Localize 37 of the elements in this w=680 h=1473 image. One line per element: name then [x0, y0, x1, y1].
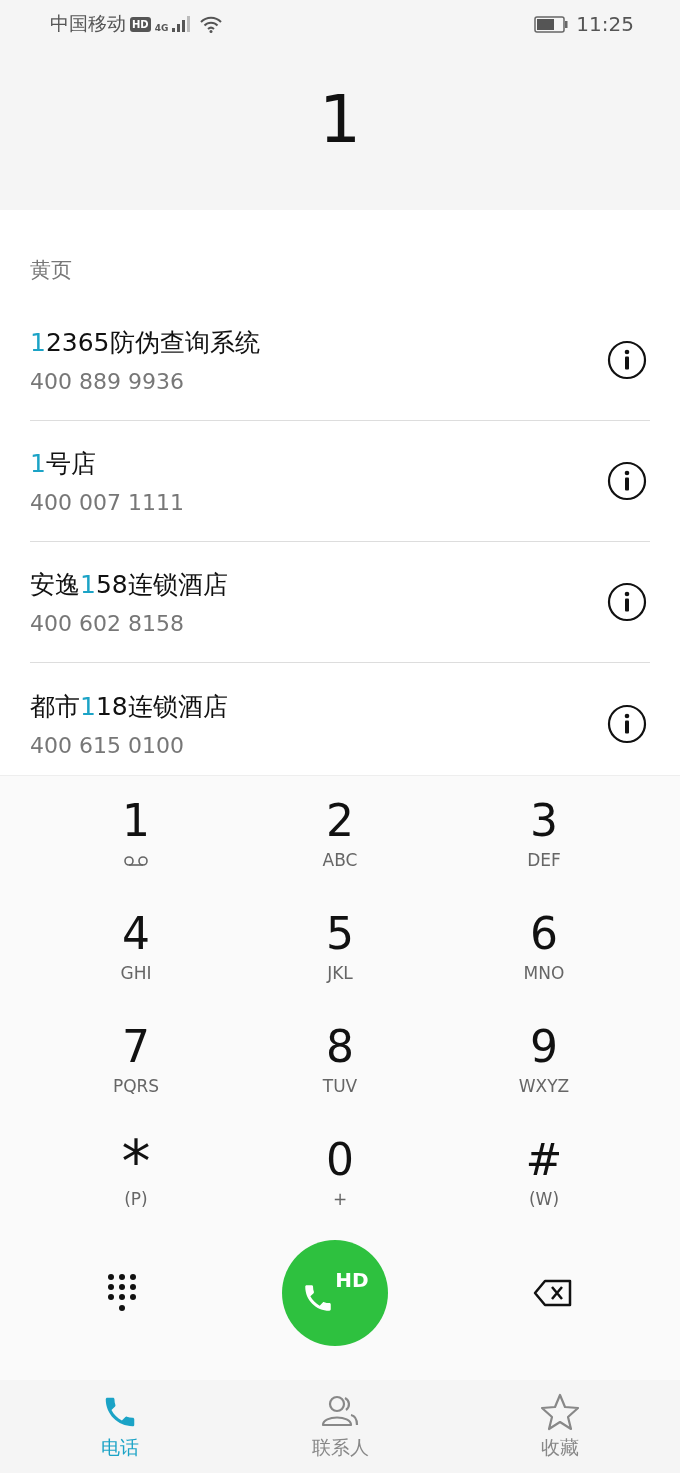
phone-number: 400 007 1111 — [30, 490, 184, 515]
dial-key[interactable]: 0 + — [238, 1135, 442, 1209]
phone-number: 400 889 9936 — [30, 369, 185, 394]
dial-key[interactable]: 7 PQRS — [34, 1022, 238, 1096]
dial-key[interactable]: 3 DEF — [442, 796, 646, 870]
clock-time: 11:25 — [576, 12, 634, 36]
carrier-name: 中国移动 — [50, 11, 126, 36]
voicemail-icon — [123, 856, 149, 866]
contact-name[interactable]: 12365防伪查询系统 — [30, 326, 260, 359]
dialed-number: 1 — [319, 80, 361, 158]
info-icon[interactable] — [607, 340, 647, 380]
dial-key[interactable]: 2 ABC — [238, 796, 442, 870]
wifi-icon — [200, 15, 223, 33]
network-type: 4G — [154, 23, 169, 33]
dial-key[interactable]: * (P) — [34, 1135, 238, 1209]
backspace-icon[interactable] — [533, 1279, 574, 1307]
dial-key[interactable]: # (W) — [442, 1135, 646, 1209]
contact-name[interactable]: 1号店 — [30, 447, 184, 480]
section-title: 黄页 — [30, 257, 73, 284]
battery-icon — [534, 15, 569, 33]
hd-badge: HD — [130, 16, 151, 32]
dial-key[interactable]: 4 GHI — [34, 909, 238, 983]
contact-name[interactable]: 安逸158连锁酒店 — [30, 568, 228, 601]
dial-key[interactable]: 1 — [34, 796, 238, 866]
contact-name[interactable]: 都市118连锁酒店 — [30, 689, 228, 723]
dial-key[interactable]: 5 JKL — [238, 909, 442, 983]
phone-number: 400 602 8158 — [30, 611, 185, 636]
phone-number: 400 615 0100 — [30, 732, 185, 758]
signal-icon — [172, 16, 191, 32]
info-icon[interactable] — [607, 461, 647, 501]
dial-key[interactable]: 8 TUV — [238, 1022, 442, 1096]
dial-key[interactable]: 6 MNO — [442, 909, 646, 983]
info-icon[interactable] — [607, 582, 647, 622]
info-icon[interactable] — [607, 703, 647, 744]
dial-key[interactable]: 9 WXYZ — [442, 1022, 646, 1096]
dialpad-icon[interactable] — [106, 1273, 137, 1313]
star-icon — [540, 1392, 580, 1431]
